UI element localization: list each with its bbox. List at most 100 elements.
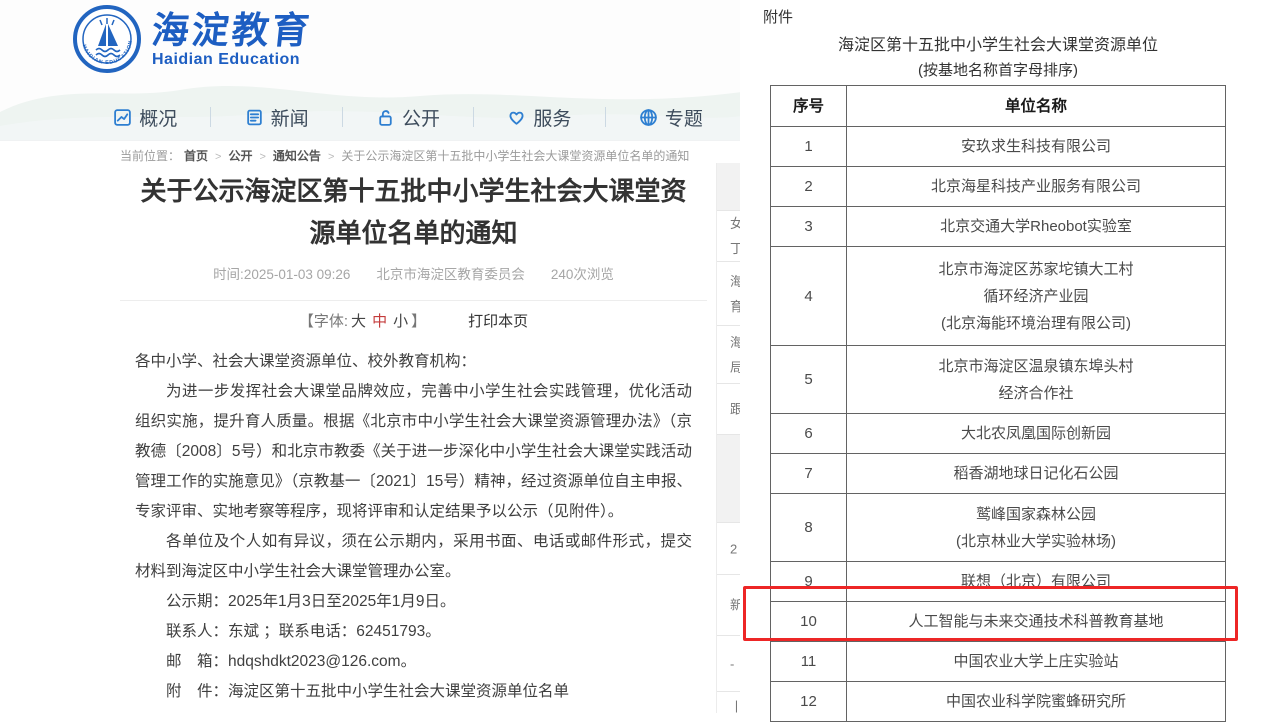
nav-item-chart[interactable]: 概况 bbox=[80, 104, 210, 131]
underlying-sidebar-item: 新 bbox=[717, 575, 742, 636]
chart-icon bbox=[113, 108, 132, 127]
unit-name: 北京海星科技产业服务有限公司 bbox=[847, 167, 1226, 207]
breadcrumb-separator: > bbox=[328, 151, 334, 163]
unit-name-line: 大北农凤凰国际创新园 bbox=[853, 420, 1219, 447]
nav-item-label: 新闻 bbox=[271, 104, 309, 131]
unit-name: 北京市海淀区温泉镇东埠头村经济合作社 bbox=[847, 346, 1226, 414]
breadcrumb: 当前位置：首页>公开>通知公告>关于公示海淀区第十五批中小学生社会大课堂资源单位… bbox=[120, 147, 689, 164]
table-row: 2北京海星科技产业服务有限公司 bbox=[771, 167, 1226, 207]
row-number: 7 bbox=[771, 454, 847, 494]
table-row: 3北京交通大学Rheobot实验室 bbox=[771, 207, 1226, 247]
nav-item-heart[interactable]: 服务 bbox=[474, 104, 604, 131]
article-source: 北京市海淀区教育委员会 bbox=[376, 267, 525, 282]
table-row: 4北京市海淀区苏家坨镇大工村循环经济产业园(北京海能环境治理有限公司) bbox=[771, 247, 1226, 346]
unit-name-line: 联想（北京）有限公司 bbox=[853, 568, 1219, 595]
unit-name-line: 北京海星科技产业服务有限公司 bbox=[853, 173, 1219, 200]
unit-name: 大北农凤凰国际创新园 bbox=[847, 414, 1226, 454]
table-row: 6大北农凤凰国际创新园 bbox=[771, 414, 1226, 454]
row-number: 12 bbox=[771, 682, 847, 722]
table-row: 1安玖求生科技有限公司 bbox=[771, 127, 1226, 167]
breadcrumb-link[interactable]: 通知公告 bbox=[273, 149, 321, 163]
nav-item-unlock[interactable]: 公开 bbox=[343, 104, 473, 131]
nav-item-label: 概况 bbox=[139, 104, 177, 131]
nav-item-label: 服务 bbox=[533, 104, 571, 131]
site-logo[interactable]: HAIDIAN EDUCATION 海淀教育 Haidian Education bbox=[72, 4, 312, 74]
unit-name: 中国农业科学院蜜蜂研究所 bbox=[847, 682, 1226, 722]
col-header-name: 单位名称 bbox=[847, 86, 1226, 127]
row-number: 1 bbox=[771, 127, 847, 167]
nav-item-globe[interactable]: 专题 bbox=[606, 104, 736, 131]
table-row-highlighted: 10人工智能与未来交通技术科普教育基地 bbox=[771, 602, 1226, 642]
unit-name: 稻香湖地球日记化石公园 bbox=[847, 454, 1226, 494]
site-header: HAIDIAN EDUCATION 海淀教育 Haidian Education… bbox=[0, 0, 742, 141]
unit-name-line: (北京海能环境治理有限公司) bbox=[853, 310, 1219, 337]
unit-name-line: 安玖求生科技有限公司 bbox=[853, 133, 1219, 160]
underlying-sidebar-item: 2 bbox=[717, 523, 742, 575]
breadcrumb-separator: > bbox=[259, 151, 265, 163]
underlying-sidebar-item: 海 育 bbox=[717, 262, 742, 326]
font-size-medium-button[interactable]: 中 bbox=[372, 313, 387, 330]
nav-item-label: 专题 bbox=[665, 104, 703, 131]
underlying-sidebar-item: - bbox=[717, 636, 742, 692]
news-icon bbox=[245, 108, 264, 127]
unit-name-line: 中国农业大学上庄实验站 bbox=[853, 648, 1219, 675]
underlying-sidebar-item bbox=[717, 435, 742, 523]
heart-icon bbox=[507, 108, 526, 127]
table-header-row: 序号 单位名称 bbox=[771, 86, 1226, 127]
article-paragraph: 各中小学、社会大课堂资源单位、校外教育机构： bbox=[135, 347, 692, 377]
row-number: 8 bbox=[771, 494, 847, 562]
row-number: 11 bbox=[771, 642, 847, 682]
row-number: 6 bbox=[771, 414, 847, 454]
table-row: 9联想（北京）有限公司 bbox=[771, 562, 1226, 602]
article-paragraph: 邮 箱：hdqshdkt2023@126.com。 bbox=[135, 647, 692, 677]
col-header-no: 序号 bbox=[771, 86, 847, 127]
print-page-button[interactable]: 打印本页 bbox=[468, 313, 528, 330]
font-size-large-button[interactable]: 大 bbox=[351, 313, 366, 330]
unit-name-line: 鹫峰国家森林公园 bbox=[853, 501, 1219, 528]
unlock-icon bbox=[376, 108, 395, 127]
unit-name: 中国农业大学上庄实验站 bbox=[847, 642, 1226, 682]
underlying-sidebar-item: 海 局 bbox=[717, 326, 742, 384]
unit-name-line: 北京市海淀区温泉镇东埠头村 bbox=[853, 353, 1219, 380]
clipped-text-fragment: - bbox=[730, 651, 734, 676]
breadcrumb-link[interactable]: 首页 bbox=[184, 149, 208, 163]
globe-icon bbox=[639, 108, 658, 127]
breadcrumb-separator: > bbox=[215, 151, 221, 163]
clipped-text-fragment: 2 bbox=[730, 536, 737, 561]
table-row: 7稻香湖地球日记化石公园 bbox=[771, 454, 1226, 494]
article-body: 各中小学、社会大课堂资源单位、校外教育机构：为进一步发挥社会大课堂品牌效应，完善… bbox=[135, 347, 692, 707]
unit-name-line: 稻香湖地球日记化石公园 bbox=[853, 460, 1219, 487]
unit-name-line: 经济合作社 bbox=[853, 380, 1219, 407]
attachment-overlay: 附件 海淀区第十五批中小学生社会大课堂资源单位 (按基地名称首字母排序) 序号 … bbox=[740, 0, 1267, 713]
table-row: 12中国农业科学院蜜蜂研究所 bbox=[771, 682, 1226, 722]
attachment-title: 海淀区第十五批中小学生社会大课堂资源单位 bbox=[770, 31, 1226, 55]
unit-name-line: 人工智能与未来交通技术科普教育基地 bbox=[853, 608, 1219, 635]
unit-name: 北京交通大学Rheobot实验室 bbox=[847, 207, 1226, 247]
attachment-subtitle: (按基地名称首字母排序) bbox=[770, 59, 1226, 80]
font-size-small-button[interactable]: 小 bbox=[393, 313, 408, 330]
unit-name-line: 北京交通大学Rheobot实验室 bbox=[853, 213, 1219, 240]
row-number: 4 bbox=[771, 247, 847, 346]
nav-item-news[interactable]: 新闻 bbox=[211, 104, 341, 131]
font-tool-suffix: 】 bbox=[411, 313, 426, 330]
breadcrumb-link[interactable]: 公开 bbox=[228, 149, 252, 163]
breadcrumb-current: 关于公示海淀区第十五批中小学生社会大课堂资源单位名单的通知 bbox=[341, 149, 689, 163]
logo-wordmark: 海淀教育 Haidian Education bbox=[152, 10, 312, 69]
row-number: 3 bbox=[771, 207, 847, 247]
unit-name: 联想（北京）有限公司 bbox=[847, 562, 1226, 602]
row-number: 5 bbox=[771, 346, 847, 414]
haidian-education-seal-icon: HAIDIAN EDUCATION bbox=[72, 4, 142, 74]
article-paragraph: 附 件：海淀区第十五批中小学生社会大课堂资源单位名单 bbox=[135, 677, 692, 707]
article-paragraph: 为进一步发挥社会大课堂品牌效应，完善中小学生社会实践管理，优化活动组织实施，提升… bbox=[135, 377, 692, 527]
header-divider bbox=[0, 140, 742, 141]
unit-name: 鹫峰国家森林公园(北京林业大学实验林场) bbox=[847, 494, 1226, 562]
article-divider bbox=[120, 300, 707, 301]
table-row: 11中国农业大学上庄实验站 bbox=[771, 642, 1226, 682]
unit-name-line: 中国农业科学院蜜蜂研究所 bbox=[853, 688, 1219, 715]
unit-name-line: 北京市海淀区苏家坨镇大工村 bbox=[853, 256, 1219, 283]
row-number: 9 bbox=[771, 562, 847, 602]
unit-name-line: 循环经济产业园 bbox=[853, 283, 1219, 310]
logo-wordmark-en: Haidian Education bbox=[152, 51, 312, 69]
underlying-sidebar-item: 女 丁 bbox=[717, 211, 742, 262]
unit-name-line: (北京林业大学实验林场) bbox=[853, 528, 1219, 555]
